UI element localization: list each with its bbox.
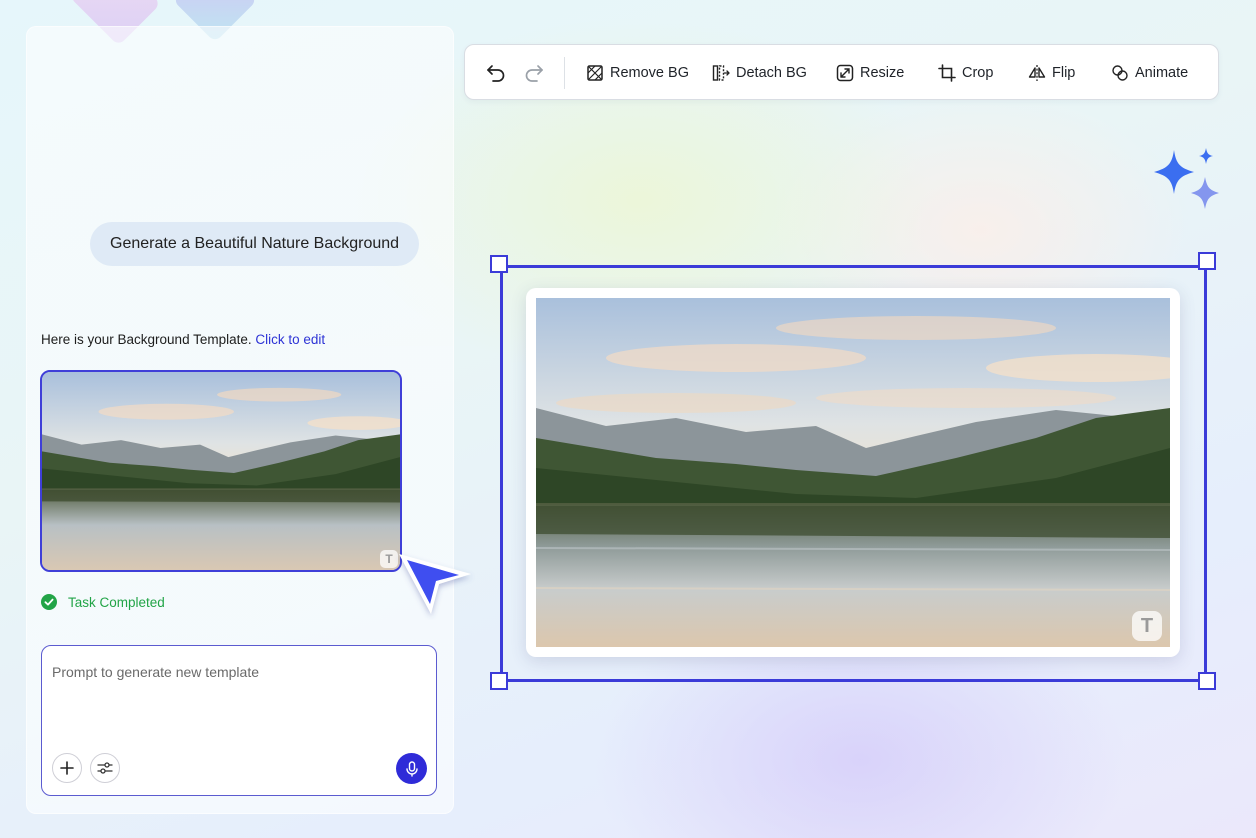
crop-label: Crop [962, 65, 994, 81]
detach-bg-icon [712, 65, 730, 81]
task-status: Task Completed [41, 594, 165, 610]
sliders-icon [97, 762, 113, 774]
crop-icon [938, 64, 956, 82]
resize-icon [836, 64, 854, 82]
prompt-input[interactable] [52, 664, 422, 680]
plus-icon [60, 761, 74, 775]
settings-button[interactable] [90, 753, 120, 783]
canvas-image: T [536, 298, 1170, 647]
user-message-bubble: Generate a Beautiful Nature Background [90, 222, 420, 266]
undo-button[interactable] [485, 62, 507, 84]
editor-toolbar: Remove BG Detach BG Resize Crop Flip Ani… [464, 44, 1219, 100]
animate-button[interactable]: Animate [1111, 61, 1188, 85]
flip-button[interactable]: Flip [1028, 61, 1075, 85]
canvas-image-frame[interactable]: T [526, 288, 1180, 657]
sparkles-icon [1154, 148, 1219, 209]
resize-handle-top-right[interactable] [1198, 252, 1216, 270]
click-to-edit-link[interactable]: Click to edit [255, 332, 325, 347]
undo-icon [487, 65, 505, 82]
cursor-arrow-icon [399, 554, 471, 614]
animate-label: Animate [1135, 65, 1189, 81]
resize-handle-bottom-left[interactable] [490, 672, 508, 690]
resize-handle-bottom-right[interactable] [1198, 672, 1216, 690]
animate-icon [1112, 65, 1128, 81]
assistant-reply: Here is your Background Template. Click … [41, 332, 325, 347]
watermark-icon: T [1132, 611, 1162, 641]
assistant-reply-text: Here is your Background Template. [41, 332, 252, 347]
add-button[interactable] [52, 753, 82, 783]
resize-label: Resize [860, 65, 905, 81]
microphone-icon [405, 760, 418, 777]
resize-handle-top-left[interactable] [490, 255, 508, 273]
redo-icon [525, 65, 543, 82]
template-thumbnail[interactable]: T [40, 370, 402, 572]
remove-bg-icon [587, 65, 603, 81]
crop-button[interactable]: Crop [938, 61, 993, 85]
detach-bg-button[interactable]: Detach BG [712, 61, 807, 85]
task-status-label: Task Completed [68, 594, 165, 610]
redo-button[interactable] [523, 62, 545, 84]
flip-icon [1028, 65, 1046, 81]
check-circle-icon [41, 594, 57, 610]
remove-bg-button[interactable]: Remove BG [586, 61, 689, 85]
landscape-thumbnail-image [42, 372, 400, 570]
toolbar-divider [564, 57, 565, 89]
remove-bg-label: Remove BG [610, 65, 689, 81]
detach-bg-label: Detach BG [736, 65, 807, 81]
flip-label: Flip [1052, 65, 1076, 81]
microphone-button[interactable] [396, 753, 427, 784]
prompt-box [41, 645, 437, 796]
landscape-image [536, 298, 1170, 647]
resize-button[interactable]: Resize [836, 61, 904, 85]
